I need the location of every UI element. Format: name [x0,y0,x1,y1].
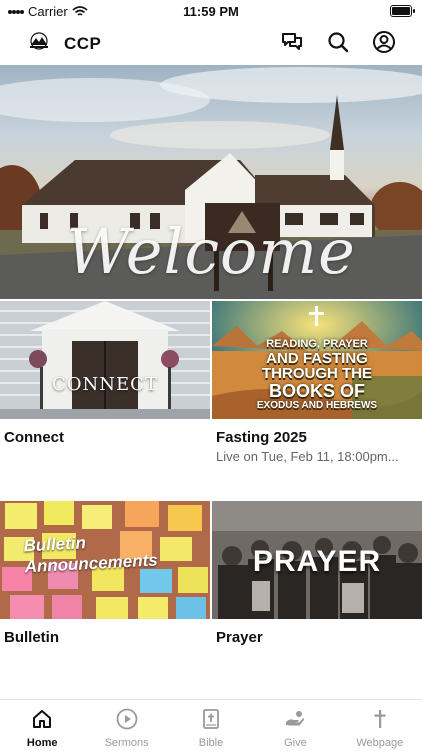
card-fasting-image: READING, PRAYER AND FASTING THROUGH THE … [212,301,422,419]
tab-webpage[interactable]: Webpage [338,700,422,751]
tab-bible-label: Bible [198,737,224,749]
app-title: CCP [64,34,102,53]
card-prayer-image: PRAYER [212,501,422,619]
connect-photo [0,301,210,419]
play-circle-icon [116,708,138,730]
tab-give-label: Give [284,737,307,749]
fasting-line-5: EXODUS AND HEBREWS [256,399,378,411]
hero-carousel[interactable]: Welcome [0,65,422,299]
card-connect-title: Connect [4,429,64,446]
tab-webpage-label: Webpage [356,737,404,749]
card-bulletin[interactable]: Bulletin Announcements Bulletin [0,501,210,646]
tab-give[interactable]: Give [253,700,337,751]
card-fasting-subtitle: Live on Tue, Feb 11, 18:00pm... [216,449,399,464]
card-connect[interactable]: CONNECT Connect [0,301,210,446]
fasting-line-1: READING, PRAYER [266,338,368,350]
bible-icon [203,709,219,729]
status-right [390,5,415,17]
profile-icon[interactable] [372,30,396,54]
battery-icon [390,5,415,17]
home-icon [33,710,52,728]
card-fasting-title: Fasting 2025 [216,429,307,446]
search-icon[interactable] [326,30,350,54]
app-header: CCP [0,22,422,64]
card-bulletin-image-text: Bulletin Announcements [23,527,195,578]
card-bulletin-image: Bulletin Announcements [0,501,210,619]
status-bar: Carrier 11:59 PM [0,0,422,22]
card-fasting[interactable]: READING, PRAYER AND FASTING THROUGH THE … [212,301,422,464]
tab-sermons-label: Sermons [104,737,149,749]
card-connect-image: CONNECT [0,301,210,419]
tab-home[interactable]: Home [0,700,84,751]
bulletin-line-1: Bulletin [23,533,87,556]
fasting-line-4: BOOKS OF [268,381,365,402]
status-time: 11:59 PM [183,4,239,19]
card-prayer-title: Prayer [216,629,263,646]
church-logo-icon [30,32,48,50]
chat-icon[interactable] [280,30,304,54]
card-bulletin-title: Bulletin [4,629,59,646]
hero-title: Welcome [66,215,356,288]
card-connect-image-label: CONNECT [52,374,158,395]
header-actions [280,30,396,54]
fasting-line-2: AND FASTING [266,349,368,367]
bottom-tab-bar: Home Sermons Bible Give Webpage [0,699,422,751]
card-prayer-image-label: PRAYER [252,545,382,578]
tab-home-label: Home [26,737,58,749]
tab-bible[interactable]: Bible [169,700,253,751]
cross-icon [374,710,386,728]
give-icon [286,711,305,726]
card-prayer[interactable]: PRAYER Prayer [212,501,422,646]
card-fasting-image-text: READING, PRAYER AND FASTING THROUGH THE … [220,338,414,411]
fasting-line-3: THROUGH THE [262,365,372,383]
tab-sermons[interactable]: Sermons [84,700,168,751]
